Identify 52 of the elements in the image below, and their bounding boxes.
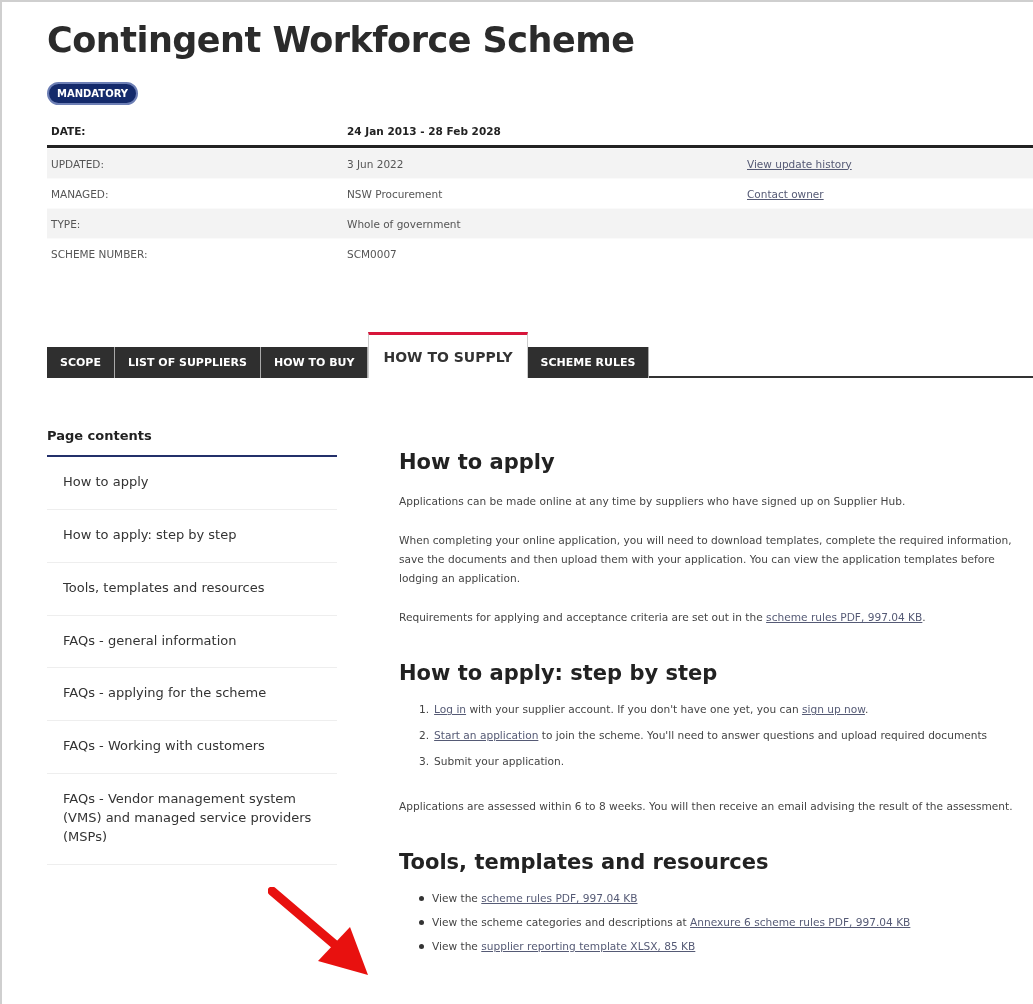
- detail-value: 24 Jan 2013 - 28 Feb 2028: [347, 125, 502, 137]
- sidebar-item[interactable]: FAQs - applying for the scheme: [47, 668, 337, 722]
- sidebar-item[interactable]: Tools, templates and resources: [47, 562, 337, 616]
- bullet-icon: [419, 919, 424, 925]
- tab[interactable]: HOW TO SUPPLY: [368, 332, 528, 378]
- detail-label: SCHEME NUMBER:: [51, 247, 149, 260]
- text-link[interactable]: scheme rules PDF, 997.04 KB: [481, 892, 638, 905]
- bullet-text: View the scheme categories and descriptions at Annexure 6 scheme rules PDF, 997.04 KB: [432, 916, 911, 929]
- detail-label: TYPE:: [51, 217, 82, 230]
- text-link[interactable]: Start an application: [434, 729, 539, 742]
- detail-link[interactable]: View update history: [747, 157, 852, 170]
- sidebar-item[interactable]: FAQs - Working with customers: [47, 721, 337, 775]
- step-text: Log in with your supplier account. If you don't have one yet, you can sign up now.: [434, 703, 869, 716]
- bullet-icon: [419, 895, 424, 901]
- section-heading: How to apply: step by step: [399, 661, 719, 686]
- step-number: 1.: [419, 703, 430, 716]
- text-link[interactable]: sign up now: [801, 703, 865, 716]
- paragraph: When completing your online application, you will need to download templates, complete the required information, save the documents and then upload them with your application. You can view the application templates before lodging an application.: [399, 533, 1013, 587]
- sidebar-item[interactable]: How to apply: [47, 457, 337, 510]
- sidebar-item[interactable]: FAQs - general information: [47, 615, 337, 669]
- step-text: Start an application to join the scheme. You'll need to answer questions and upload required documents: [434, 729, 988, 742]
- sidebar-title: Page contents: [47, 428, 337, 457]
- detail-label: DATE:: [51, 125, 87, 137]
- text-link[interactable]: Log in: [434, 703, 467, 716]
- tab[interactable]: SCHEME RULES: [527, 347, 650, 378]
- text-link[interactable]: supplier reporting template XLSX, 85 KB: [481, 940, 696, 953]
- step-number: 2.: [419, 729, 430, 742]
- paragraph: Applications are assessed within 6 to 8 weeks. You will then receive an email advising the result of the assessment.: [399, 799, 1014, 815]
- tab[interactable]: HOW TO BUY: [261, 347, 369, 378]
- step-number: 3.: [419, 755, 430, 768]
- step-text: Submit your application.: [434, 755, 565, 768]
- section-heading: How to apply: [399, 450, 556, 474]
- sidebar-item[interactable]: FAQs - Vendor management system (VMS) and managed service providers (MSPs): [47, 774, 337, 865]
- detail-value: 3 Jun 2022: [347, 157, 405, 170]
- detail-label: MANAGED:: [51, 187, 110, 200]
- bullet-text: View the supplier reporting template XLSX, 85 KB: [432, 940, 696, 953]
- bullet-text: View the scheme rules PDF, 997.04 KB: [432, 892, 638, 905]
- detail-value: SCM0007: [347, 247, 398, 260]
- sidebar-item[interactable]: How to apply: step by step: [47, 509, 337, 563]
- tab[interactable]: SCOPE: [47, 347, 115, 378]
- text-link[interactable]: Annexure 6 scheme rules PDF, 997.04 KB: [690, 916, 911, 929]
- detail-link[interactable]: Contact owner: [747, 187, 824, 200]
- mandatory-badge: MANDATORY: [47, 82, 139, 105]
- tab[interactable]: LIST OF SUPPLIERS: [114, 347, 261, 378]
- paragraph: Requirements for applying and acceptance criteria are set out in the scheme rules PDF, 997.04 KB.: [399, 610, 927, 626]
- bullet-icon: [419, 943, 424, 949]
- section-heading: Tools, templates and resources: [399, 850, 770, 875]
- paragraph: Applications can be made online at any time by suppliers who have signed up on Supplier Hub.: [399, 494, 907, 509]
- detail-value: NSW Procurement: [347, 187, 444, 200]
- detail-value: Whole of government: [347, 217, 462, 230]
- page-title: Contingent Workforce Scheme: [47, 20, 636, 60]
- detail-label: UPDATED:: [51, 157, 105, 170]
